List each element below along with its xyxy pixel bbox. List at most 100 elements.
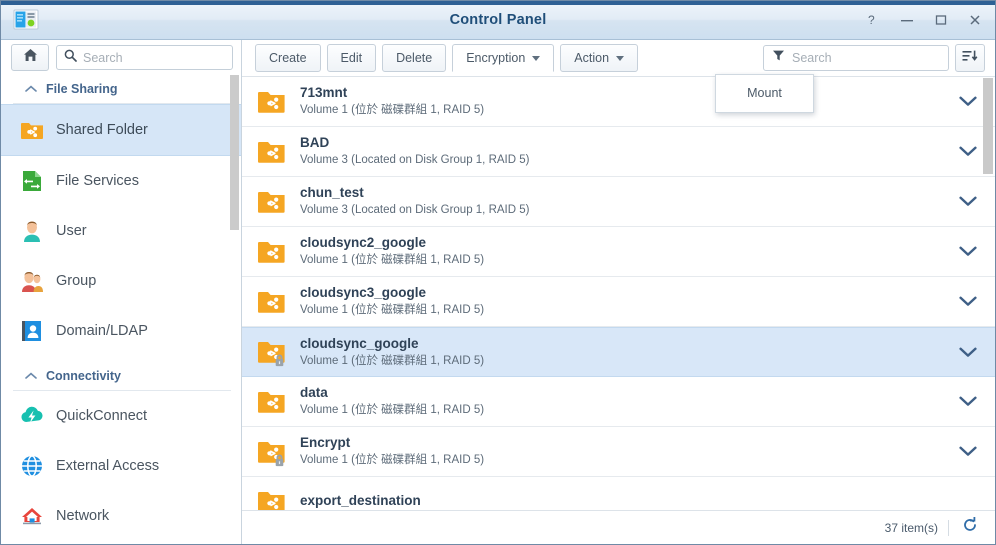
- create-button[interactable]: Create: [255, 44, 321, 72]
- menu-item-mount[interactable]: Mount: [716, 81, 813, 106]
- shared-folder-name: cloudsync2_google: [300, 235, 941, 251]
- shared-folder-locked-icon: [256, 437, 290, 467]
- list-scrollbar-thumb[interactable]: [983, 78, 993, 174]
- network-icon: [19, 503, 45, 529]
- edit-button[interactable]: Edit: [327, 44, 377, 72]
- external-access-icon: [19, 453, 45, 479]
- shared-folder-icon: [19, 117, 45, 143]
- shared-folder-row[interactable]: EncryptVolume 1 (位於 磁碟群組 1, RAID 5): [242, 427, 995, 477]
- minimize-icon[interactable]: [897, 10, 917, 30]
- shared-folder-icon: [256, 87, 290, 117]
- maximize-icon[interactable]: [931, 10, 951, 30]
- sidebar-item-quickconnect[interactable]: QuickConnect: [1, 391, 241, 441]
- close-icon[interactable]: [965, 10, 985, 30]
- sort-icon: [962, 49, 978, 68]
- shared-folder-row-text: 713mntVolume 1 (位於 磁碟群組 1, RAID 5): [300, 85, 941, 118]
- chevron-down-icon[interactable]: [941, 246, 995, 257]
- list-search-placeholder: Search: [792, 51, 832, 65]
- sidebar-item-domain-ldap[interactable]: Domain/LDAP: [1, 306, 241, 356]
- shared-folder-icon: [256, 287, 290, 317]
- sidebar-item-label: QuickConnect: [56, 408, 147, 424]
- home-button[interactable]: [11, 44, 49, 71]
- group-icon: [19, 268, 45, 294]
- user-icon: [19, 218, 45, 244]
- shared-folder-name: chun_test: [300, 185, 941, 201]
- chevron-up-icon: [25, 82, 37, 96]
- quickconnect-icon: [19, 403, 45, 429]
- delete-button[interactable]: Delete: [382, 44, 446, 72]
- chevron-up-icon: [25, 369, 37, 383]
- shared-folder-location: Volume 1 (位於 磁碟群組 1, RAID 5): [300, 452, 941, 468]
- shared-folder-icon: [256, 487, 290, 511]
- chevron-down-icon[interactable]: [941, 347, 995, 358]
- sidebar-item-label: File Services: [56, 173, 139, 189]
- encryption-menu-button[interactable]: Encryption: [452, 44, 554, 72]
- chevron-down-icon[interactable]: [941, 446, 995, 457]
- chevron-down-icon[interactable]: [941, 396, 995, 407]
- sidebar-item-file-services[interactable]: File Services: [1, 156, 241, 206]
- shared-folder-row[interactable]: cloudsync3_googleVolume 1 (位於 磁碟群組 1, RA…: [242, 277, 995, 327]
- sidebar-item-label: Network: [56, 508, 109, 524]
- shared-folder-row[interactable]: BADVolume 3 (Located on Disk Group 1, RA…: [242, 127, 995, 177]
- shared-folder-row[interactable]: 713mntVolume 1 (位於 磁碟群組 1, RAID 5): [242, 77, 995, 127]
- shared-folder-row-text: BADVolume 3 (Located on Disk Group 1, RA…: [300, 135, 941, 168]
- sidebar-group-label: File Sharing: [46, 82, 118, 96]
- sidebar-search-input[interactable]: Search: [56, 45, 233, 70]
- home-icon: [23, 48, 38, 67]
- shared-folder-icon: [256, 387, 290, 417]
- edit-button-label: Edit: [341, 51, 363, 65]
- chevron-down-icon: [532, 56, 540, 61]
- encryption-dropdown-menu: Mount: [715, 74, 814, 113]
- shared-folder-row[interactable]: cloudsync_googleVolume 1 (位於 磁碟群組 1, RAI…: [242, 327, 995, 377]
- shared-folder-location: Volume 1 (位於 磁碟群組 1, RAID 5): [300, 402, 941, 418]
- shared-folder-name: 713mnt: [300, 85, 941, 101]
- window-controls: ?: [863, 1, 985, 39]
- sidebar-nav: File Sharing Shared Folder: [1, 75, 241, 544]
- svg-text:?: ?: [868, 13, 875, 27]
- sidebar-item-user[interactable]: User: [1, 206, 241, 256]
- shared-folder-icon: [256, 237, 290, 267]
- main-panel: Create Edit Delete Encryption Action: [242, 40, 995, 544]
- window-title: Control Panel: [1, 12, 995, 28]
- shared-folder-row[interactable]: cloudsync2_googleVolume 1 (位於 磁碟群組 1, RA…: [242, 227, 995, 277]
- sidebar-group-connectivity[interactable]: Connectivity: [13, 362, 231, 391]
- chevron-down-icon[interactable]: [941, 196, 995, 207]
- domain-ldap-icon: [19, 318, 45, 344]
- sidebar-item-label: Group: [56, 273, 96, 289]
- shared-folder-list[interactable]: 713mntVolume 1 (位於 磁碟群組 1, RAID 5)BADVol…: [242, 76, 995, 510]
- shared-folder-row[interactable]: dataVolume 1 (位於 磁碟群組 1, RAID 5): [242, 377, 995, 427]
- control-panel-icon: [13, 8, 39, 32]
- shared-folder-name: BAD: [300, 135, 941, 151]
- sort-button[interactable]: [955, 44, 985, 72]
- shared-folder-row-text: dataVolume 1 (位於 磁碟群組 1, RAID 5): [300, 385, 941, 418]
- chevron-down-icon[interactable]: [941, 296, 995, 307]
- status-bar: 37 item(s): [242, 510, 995, 544]
- encryption-button-label: Encryption: [466, 51, 525, 65]
- list-search-input[interactable]: Search: [763, 45, 949, 71]
- sidebar: Search File Sharing: [1, 40, 242, 544]
- shared-folder-location: Volume 1 (位於 磁碟群組 1, RAID 5): [300, 302, 941, 318]
- shared-folder-location: Volume 1 (位於 磁碟群組 1, RAID 5): [300, 102, 941, 118]
- shared-folder-row[interactable]: chun_testVolume 3 (Located on Disk Group…: [242, 177, 995, 227]
- search-icon: [64, 49, 77, 67]
- action-button-label: Action: [574, 51, 609, 65]
- shared-folder-row[interactable]: export_destination: [242, 477, 995, 510]
- shared-folder-row-text: chun_testVolume 3 (Located on Disk Group…: [300, 185, 941, 218]
- shared-folder-name: cloudsync3_google: [300, 285, 941, 301]
- refresh-button[interactable]: [959, 517, 981, 539]
- help-icon[interactable]: ?: [863, 10, 883, 30]
- refresh-icon: [962, 517, 978, 538]
- sidebar-group-file-sharing[interactable]: File Sharing: [13, 75, 231, 104]
- sidebar-group-label: Connectivity: [46, 369, 121, 383]
- sidebar-item-external-access[interactable]: External Access: [1, 441, 241, 491]
- sidebar-item-network[interactable]: Network: [1, 491, 241, 541]
- sidebar-item-label: External Access: [56, 458, 159, 474]
- shared-folder-location: Volume 1 (位於 磁碟群組 1, RAID 5): [300, 252, 941, 268]
- action-menu-button[interactable]: Action: [560, 44, 638, 72]
- sidebar-scrollbar-thumb[interactable]: [230, 75, 239, 230]
- shared-folder-name: export_destination: [300, 493, 941, 509]
- sidebar-search-placeholder: Search: [83, 51, 123, 65]
- sidebar-item-shared-folder[interactable]: Shared Folder: [1, 104, 241, 156]
- sidebar-item-group[interactable]: Group: [1, 256, 241, 306]
- sidebar-item-label: User: [56, 223, 87, 239]
